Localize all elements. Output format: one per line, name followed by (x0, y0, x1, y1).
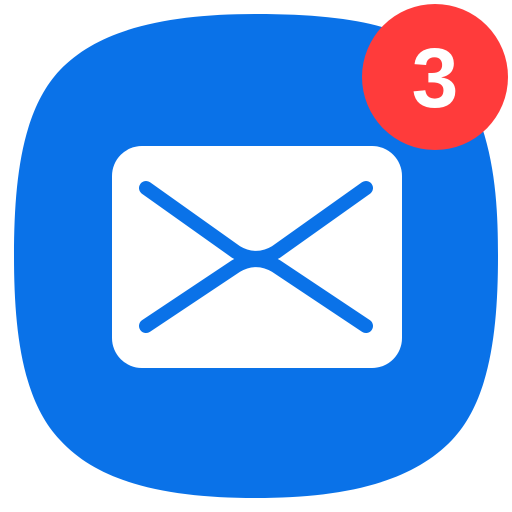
mail-envelope-icon (112, 146, 402, 368)
unread-count: 3 (411, 31, 459, 125)
mail-app-icon-tile[interactable]: 3 (0, 0, 512, 512)
unread-count-badge: 3 (362, 4, 508, 150)
